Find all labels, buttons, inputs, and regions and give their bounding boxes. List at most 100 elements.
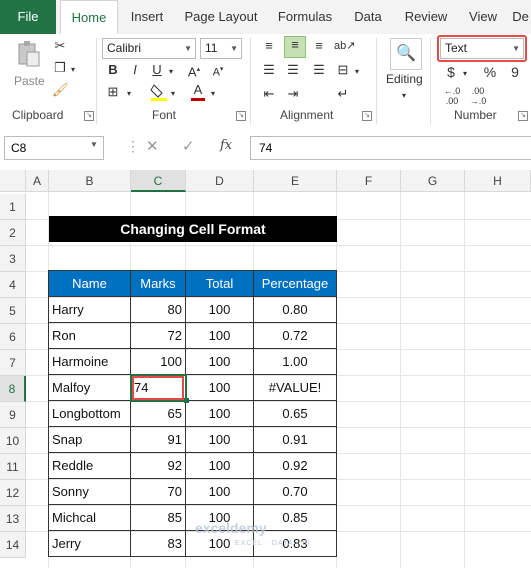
fill-color-icon[interactable] [150,82,168,106]
formula-input[interactable]: 74 [250,136,531,160]
borders-dropdown-icon[interactable]: ▾ [124,86,134,102]
row-header-3[interactable]: 3 [0,246,26,272]
column-header-h[interactable]: H [465,170,531,192]
font-size-combo[interactable]: 11 ▼ [200,38,242,59]
tab-developer[interactable]: De [510,0,531,34]
marks-cell[interactable]: 92 [131,453,186,479]
align-left-icon[interactable]: ☰ [260,62,278,78]
italic-button[interactable]: I [128,62,142,78]
name-cell[interactable]: Snap [49,427,131,453]
row-header-11[interactable]: 11 [0,454,26,480]
name-cell[interactable]: Harmoine [49,349,131,375]
name-box[interactable]: C8 [4,136,104,160]
marks-cell[interactable]: 70 [131,479,186,505]
decrease-font-icon[interactable]: A▾ [210,62,226,81]
editing-dropdown-icon[interactable]: ▾ [398,88,410,104]
paste-icon[interactable] [16,40,42,67]
select-all-corner[interactable] [0,170,26,192]
name-box-dropdown-icon[interactable]: ▼ [90,140,98,149]
worksheet-grid[interactable]: A B C D E F G H 1 2 3 4 5 6 7 8 9 10 11 … [0,170,531,568]
cut-icon[interactable]: ✂ [52,38,68,54]
percentage-cell[interactable]: 0.92 [254,453,337,479]
find-select-icon[interactable]: 🔍 [390,38,422,70]
tab-data[interactable]: Data [346,0,390,34]
total-cell[interactable]: 100 [186,427,254,453]
increase-decimal-icon[interactable]: ←.0.00 [442,86,462,106]
font-color-icon[interactable]: A [190,82,206,101]
percentage-cell[interactable]: 0.70 [254,479,337,505]
alignment-launcher-icon[interactable]: ↘ [362,111,372,121]
row-header-10[interactable]: 10 [0,428,26,454]
row-header-2[interactable]: 2 [0,220,26,246]
total-cell[interactable]: 100 [186,375,254,401]
total-cell[interactable]: 100 [186,453,254,479]
tab-insert[interactable]: Insert [122,0,172,34]
borders-icon[interactable]: ⊞ [106,84,120,100]
underline-button[interactable]: U [150,62,164,78]
copy-icon[interactable]: ❐ [52,60,68,76]
header-percentage[interactable]: Percentage [254,271,337,297]
format-painter-icon[interactable]: 🖌 [52,82,69,98]
increase-indent-icon[interactable]: ⇥ [284,86,302,102]
column-header-b[interactable]: B [49,170,131,192]
percentage-cell[interactable]: 1.00 [254,349,337,375]
clipboard-launcher-icon[interactable]: ↘ [84,111,94,121]
tab-formulas[interactable]: Formulas [270,0,340,34]
row-header-4[interactable]: 4 [0,272,26,298]
name-cell[interactable]: Ron [49,323,131,349]
marks-cell[interactable]: 72 [131,323,186,349]
merge-dropdown-icon[interactable]: ▾ [352,64,362,80]
tab-view[interactable]: View [462,0,504,34]
name-cell[interactable]: Jerry [49,531,131,557]
name-cell[interactable]: Longbottom [49,401,131,427]
font-name-combo[interactable]: Calibri ▼ [102,38,196,59]
row-header-8[interactable]: 8 [0,376,26,402]
fill-handle[interactable] [184,398,189,403]
header-marks[interactable]: Marks [131,271,186,297]
currency-dropdown-icon[interactable]: ▾ [460,66,470,82]
underline-dropdown-icon[interactable]: ▾ [166,64,176,80]
total-cell[interactable]: 100 [186,297,254,323]
name-cell[interactable]: Michcal [49,505,131,531]
row-header-5[interactable]: 5 [0,298,26,324]
comma-button[interactable]: 9 [508,64,522,80]
total-cell[interactable]: 100 [186,401,254,427]
decrease-decimal-icon[interactable]: .00 →.0 [468,86,488,106]
percentage-cell[interactable]: 0.65 [254,401,337,427]
tab-page-layout[interactable]: Page Layout [178,0,264,34]
header-total[interactable]: Total [186,271,254,297]
header-name[interactable]: Name [49,271,131,297]
marks-cell[interactable]: 83 [131,531,186,557]
row-header-7[interactable]: 7 [0,350,26,376]
insert-function-icon[interactable]: fx [220,138,232,153]
column-header-a[interactable]: A [26,170,49,192]
tab-file[interactable]: File [0,0,56,34]
top-align-icon[interactable]: ≡ [260,38,278,54]
total-cell[interactable]: 100 [186,323,254,349]
column-header-e[interactable]: E [254,170,337,192]
bold-button[interactable]: B [106,62,120,78]
row-header-12[interactable]: 12 [0,480,26,506]
currency-button[interactable]: $ [444,64,458,80]
editing-label[interactable]: Editing [386,72,423,86]
row-header-6[interactable]: 6 [0,324,26,350]
bottom-align-icon[interactable]: ≡ [310,38,328,54]
column-header-d[interactable]: D [186,170,254,192]
align-center-icon[interactable]: ☰ [284,62,302,78]
row-header-1[interactable]: 1 [0,194,26,220]
row-header-9[interactable]: 9 [0,402,26,428]
paste-label[interactable]: Paste [14,74,45,88]
name-cell[interactable]: Harry [49,297,131,323]
middle-align-icon[interactable]: ≡ [284,36,306,58]
align-right-icon[interactable]: ☰ [310,62,328,78]
merge-center-icon[interactable]: ⊟ [334,62,352,78]
percentage-cell[interactable]: 0.72 [254,323,337,349]
row-header-14[interactable]: 14 [0,532,26,558]
increase-font-icon[interactable]: A▴ [186,62,202,80]
marks-cell[interactable]: 65 [131,401,186,427]
copy-dropdown-icon[interactable]: ▾ [68,62,78,78]
tab-review[interactable]: Review [398,0,454,34]
sheet-title[interactable]: Changing Cell Format [49,216,337,242]
row-header-13[interactable]: 13 [0,506,26,532]
enter-check-icon[interactable]: ✓ [182,137,195,155]
